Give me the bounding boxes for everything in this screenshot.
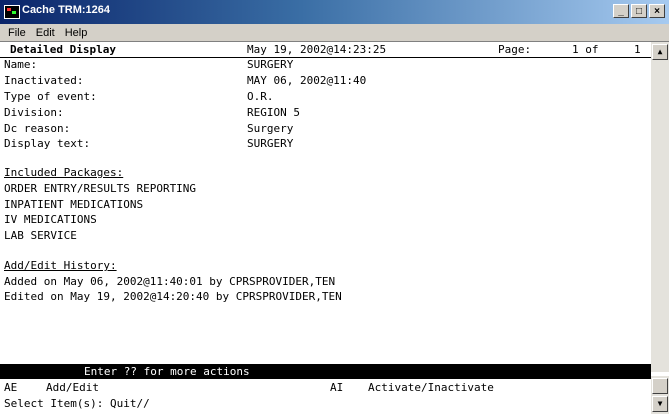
action-label: Add/Edit [46,381,99,394]
field-value: SURGERY [247,137,294,150]
package-item: INPATIENT MEDICATIONS [4,198,144,211]
scroll-thumb[interactable] [652,378,668,394]
status-text: Enter ?? for more actions [84,365,250,378]
menu-edit[interactable]: Edit [36,24,55,41]
close-button[interactable]: × [649,4,665,18]
window-title: Cache TRM:1264 [22,4,111,16]
header-divider [0,57,651,58]
action-label: Activate/Inactivate [368,381,494,394]
field-label: Name: [4,58,38,71]
field-label: Dc reason: [4,122,71,135]
status-bar: Enter ?? for more actions [0,364,651,379]
scrollbar-lower[interactable]: ▼ [651,376,669,414]
menu-bar: File Edit Help [0,24,669,42]
scroll-down-arrow-icon[interactable]: ▼ [652,396,668,412]
history-heading: Add/Edit History: [4,259,117,272]
history-item: Edited on May 19, 2002@14:20:40 by CPRSP… [4,290,342,303]
screen-title: Detailed Display [10,43,116,56]
menu-help[interactable]: Help [65,24,88,41]
field-value: MAY 06, 2002@11:40 [247,74,367,87]
field-value: REGION 5 [247,106,300,119]
terminal-screen[interactable]: Detailed Display May 19, 2002@14:23:25 P… [0,42,651,414]
maximize-button[interactable]: □ [631,4,647,18]
action-code: AI [330,381,344,394]
field-value: O.R. [247,90,274,103]
select-prompt[interactable]: Select Item(s): Quit// [4,397,150,411]
menu-file[interactable]: File [8,24,26,41]
page-label: Page: [498,43,532,56]
action-code: AE [4,381,18,394]
package-item: ORDER ENTRY/RESULTS REPORTING [4,182,197,195]
scroll-up-arrow-icon[interactable]: ▲ [652,44,668,60]
screen-datetime: May 19, 2002@14:23:25 [247,43,387,56]
page-current: 1 of [572,43,599,56]
field-value: Surgery [247,122,294,135]
scrollbar-upper[interactable]: ▲ [651,42,669,372]
packages-heading: Included Packages: [4,166,124,179]
field-label: Display text: [4,137,91,150]
field-value: SURGERY [247,58,294,71]
package-item: IV MEDICATIONS [4,213,97,226]
title-bar[interactable]: Cache TRM:1264 _ □ × [0,0,669,24]
package-item: LAB SERVICE [4,229,77,242]
field-label: Division: [4,106,64,119]
app-icon[interactable] [4,5,20,19]
page-total: 1 [634,43,641,56]
minimize-button[interactable]: _ [613,4,629,18]
history-item: Added on May 06, 2002@11:40:01 by CPRSPR… [4,275,336,288]
field-label: Type of event: [4,90,97,103]
field-label: Inactivated: [4,74,84,87]
